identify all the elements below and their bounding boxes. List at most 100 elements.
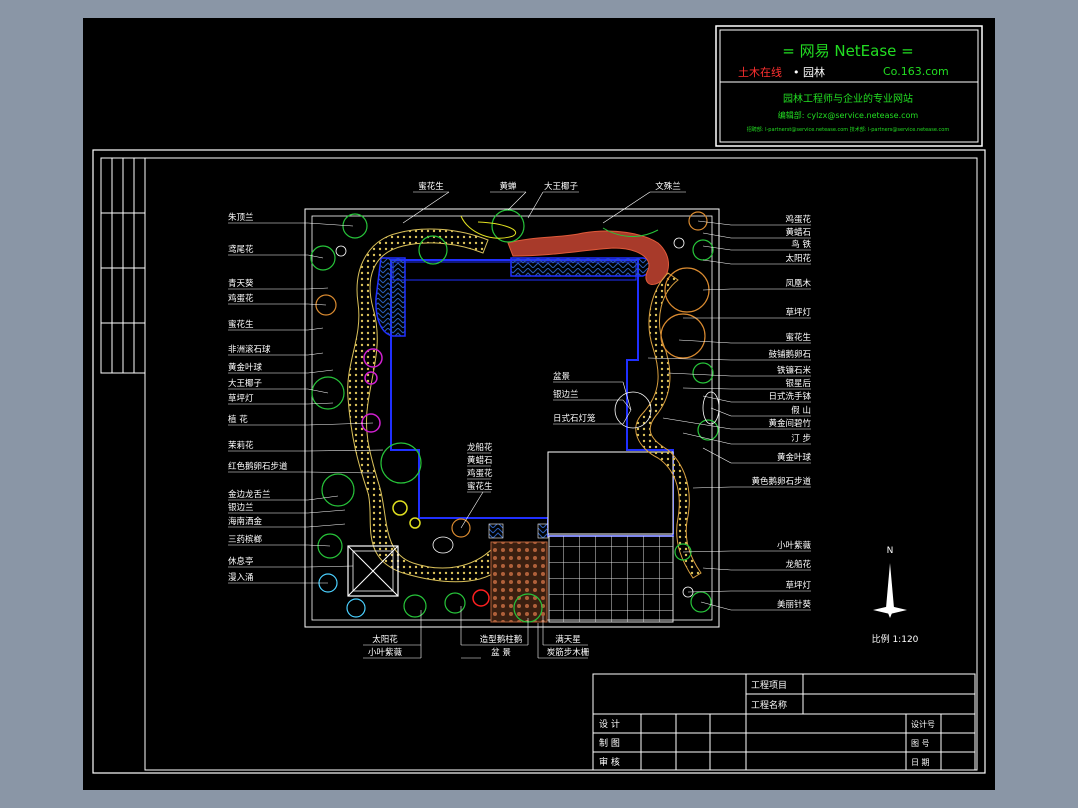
netease-header-box: = 网易 NetEase = 土木在线 • 园林 Co.163.com 园林工程… bbox=[715, 25, 983, 147]
plant-label: 日式洗手钵 bbox=[768, 391, 811, 402]
palm-symbol bbox=[692, 239, 714, 261]
sheet-no-label: 图 号 bbox=[911, 739, 930, 748]
plant-label: 大王椰子 bbox=[544, 181, 579, 192]
plant-label: 蜜花生 bbox=[418, 181, 444, 192]
plant-label: 红色鹅卵石步道 bbox=[228, 461, 288, 472]
leader-line bbox=[307, 254, 324, 259]
channel-red-text: 土木在线 bbox=[738, 65, 782, 79]
plant-label: 银边兰 bbox=[228, 502, 254, 513]
plant-label: 鸡蛋花 bbox=[228, 293, 254, 304]
scale-text: 比例 1:120 bbox=[872, 633, 919, 645]
plant-label: 鸡蛋花 bbox=[785, 214, 811, 225]
leader-line bbox=[307, 565, 354, 568]
drawing-label: 制 图 bbox=[599, 737, 620, 749]
plant-label: 铁镰石米 bbox=[777, 365, 812, 376]
plant-label: 黄金间碧竹 bbox=[768, 418, 811, 429]
brick-patio bbox=[490, 541, 548, 623]
plant-label: 蜜花生 bbox=[785, 332, 811, 343]
plant-label: 三药槟榔 bbox=[228, 534, 263, 545]
plant-label: 漫入涌 bbox=[228, 572, 254, 583]
leader-line bbox=[702, 245, 732, 251]
plant-label: 黄金叶球 bbox=[777, 452, 812, 463]
review-label: 审 核 bbox=[599, 756, 620, 768]
leader-line bbox=[700, 601, 732, 611]
slogan-text: 园林工程师与企业的专业网站 bbox=[783, 92, 913, 105]
leader-line bbox=[682, 387, 732, 390]
leader-line bbox=[307, 544, 331, 547]
leader-line bbox=[667, 372, 732, 377]
plant-label: 美丽针葵 bbox=[777, 599, 812, 610]
leader-line bbox=[460, 491, 484, 529]
plant-label: 黄金叶球 bbox=[228, 362, 263, 373]
leader-line bbox=[682, 432, 732, 445]
leader-line bbox=[697, 220, 732, 226]
plant-label: 太阳花 bbox=[372, 634, 398, 645]
plant-label: 非洲滚石球 bbox=[228, 344, 271, 355]
flame-tree-symbol bbox=[664, 267, 710, 313]
yellow-shrub-symbol bbox=[409, 517, 421, 529]
project-item-label: 工程项目 bbox=[751, 680, 787, 691]
plant-label: 小叶紫薇 bbox=[368, 647, 403, 658]
plant-label: 凤凰木 bbox=[785, 278, 811, 289]
plant-label: 休息亭 bbox=[228, 556, 254, 567]
leader-line bbox=[602, 191, 651, 224]
plant-label: 鼓铺鹅卵石 bbox=[768, 349, 811, 360]
plant-label: 太阳花 bbox=[785, 253, 811, 264]
leader-line bbox=[710, 407, 732, 417]
leader-line bbox=[307, 327, 324, 331]
leader-line bbox=[307, 509, 346, 514]
plant-label: 海南洒金 bbox=[228, 516, 263, 527]
plant-label: 植 花 bbox=[228, 414, 248, 425]
left-pond bbox=[375, 257, 406, 337]
plant-label: 大王椰子 bbox=[228, 378, 263, 389]
plant-label: 金边龙舌兰 bbox=[228, 489, 271, 500]
plant-label: 银星后 bbox=[785, 378, 811, 389]
leader-line bbox=[307, 388, 329, 394]
plant-label: 青天葵 bbox=[228, 278, 254, 289]
leader-line bbox=[687, 590, 732, 593]
flame-tree-symbol bbox=[660, 313, 706, 359]
plant-label: 茉莉花 bbox=[228, 440, 254, 451]
plant-label: 黄蜡石 bbox=[785, 227, 811, 238]
plant-label: 鸡蛋花 bbox=[467, 468, 493, 479]
plant-label: 汀 步 bbox=[791, 433, 811, 444]
leader-line bbox=[702, 567, 732, 571]
palm-symbol bbox=[403, 594, 427, 618]
project-name-label: 工程名称 bbox=[751, 699, 787, 711]
plant-label: 日式石灯笼 bbox=[553, 413, 596, 424]
contact-text: 招聘部: l-partnerst@service.netease.com 技术部… bbox=[747, 126, 950, 133]
leader-line bbox=[307, 303, 327, 306]
plant-label: 蜜花生 bbox=[228, 319, 254, 330]
palm-symbol bbox=[342, 213, 368, 239]
leader-line bbox=[702, 232, 732, 239]
plant-label: 草坪灯 bbox=[785, 580, 811, 591]
leader-line bbox=[702, 447, 732, 464]
plant-label: 蜜花生 bbox=[467, 481, 493, 492]
date-label: 日 期 bbox=[911, 758, 930, 767]
domain-text: Co.163.com bbox=[883, 65, 949, 78]
left-revision-strip bbox=[100, 157, 146, 374]
plant-label: 龙船花 bbox=[467, 442, 493, 453]
yellow-pebble-path bbox=[347, 228, 504, 583]
leader-line bbox=[307, 287, 329, 290]
plant-label: 炭筋步木栅 bbox=[547, 647, 590, 658]
wood-grid-deck bbox=[548, 535, 674, 623]
plant-label: 草坪灯 bbox=[228, 393, 254, 404]
leader-line bbox=[527, 191, 544, 219]
plant-label: 黄蝉 bbox=[499, 181, 517, 192]
plant-label: 黄色鹅卵石步道 bbox=[751, 476, 811, 487]
lawn-lamp-symbol bbox=[673, 237, 685, 249]
plant-label: 盆 景 bbox=[491, 647, 511, 658]
landscape-plan-svg: = 网易 NetEase = 土木在线 • 园林 Co.163.com 园林工程… bbox=[92, 25, 986, 774]
north-arrow: N 比例 1:120 bbox=[872, 546, 919, 645]
plant-label: 鸢尾花 bbox=[228, 244, 254, 255]
leader-line bbox=[307, 523, 346, 528]
palm-symbol bbox=[444, 592, 466, 614]
plant-label: 假 山 bbox=[791, 405, 811, 416]
channel-sep: • bbox=[793, 66, 800, 79]
palm-symbol bbox=[321, 473, 355, 507]
lawn-lamp-symbol bbox=[335, 245, 347, 257]
cad-drawing-sheet: = 网易 NetEase = 土木在线 • 园林 Co.163.com 园林工程… bbox=[83, 18, 995, 790]
cycad-symbol bbox=[346, 598, 366, 618]
rock-outline bbox=[432, 536, 454, 554]
